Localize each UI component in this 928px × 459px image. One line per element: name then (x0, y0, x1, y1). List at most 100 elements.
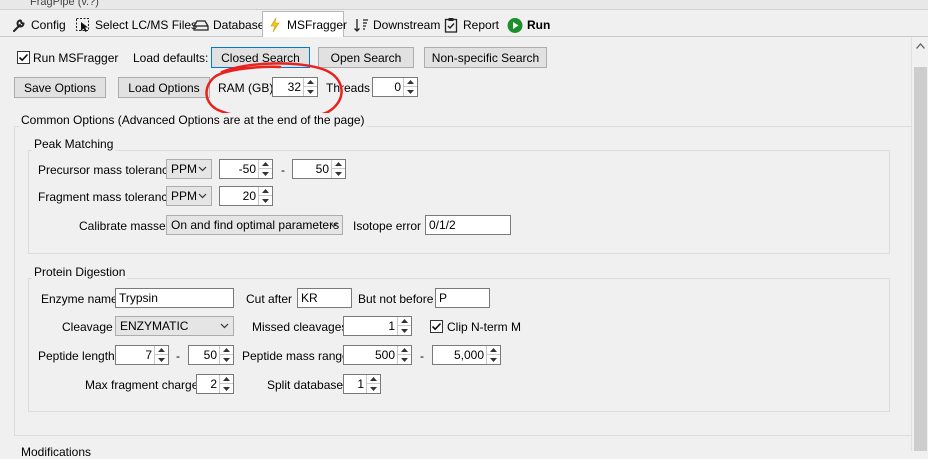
spinner-down-icon[interactable] (259, 169, 272, 178)
clipboard-icon (443, 17, 459, 33)
chevron-down-icon (198, 193, 207, 199)
threads-spinner[interactable]: 0 (372, 77, 418, 97)
scroll-up-arrow-icon[interactable] (916, 43, 925, 49)
peak-matching-title: Peak Matching (32, 137, 116, 151)
load-defaults-label: Load defaults: (133, 51, 209, 65)
wrench-icon (11, 17, 27, 33)
spinner-down-icon[interactable] (220, 355, 233, 364)
tab-report[interactable]: Report (438, 13, 504, 37)
spinner-down-icon[interactable] (487, 355, 500, 364)
tab-run-label: Run (527, 18, 551, 32)
range-dash: - (420, 349, 424, 363)
checkmark-icon (431, 322, 442, 331)
peptide-length-min-spinner[interactable]: 7 (115, 345, 169, 365)
clip-nterm-checkbox[interactable] (430, 320, 443, 333)
lightning-icon (267, 17, 283, 33)
spinner-up-icon[interactable] (259, 160, 272, 169)
scrollbar-thumb[interactable] (914, 67, 927, 451)
chevron-down-icon (329, 222, 338, 228)
tab-run[interactable]: Run (502, 13, 555, 37)
spinner-down-icon[interactable] (155, 355, 168, 364)
but-not-before-label: But not before (358, 292, 434, 306)
precursor-unit-select[interactable]: PPM (166, 159, 212, 179)
spinner-up-icon[interactable] (367, 375, 380, 384)
peptide-mass-range-label: Peptide mass range (242, 349, 349, 363)
spinner-up-icon[interactable] (155, 346, 168, 355)
spinner-down-icon[interactable] (398, 355, 411, 364)
chevron-down-icon (198, 166, 207, 172)
range-dash: - (176, 349, 180, 363)
peptide-length-max-spinner[interactable]: 50 (188, 345, 234, 365)
spinner-down-icon[interactable] (259, 196, 272, 205)
tab-config[interactable]: Config (6, 13, 71, 37)
tab-msfragger[interactable]: MSFragger (262, 11, 348, 38)
spinner-up-icon[interactable] (487, 346, 500, 355)
spinner-up-icon[interactable] (259, 187, 272, 196)
calibrate-masses-label: Calibrate masses (79, 219, 172, 233)
spinner-up-icon[interactable] (398, 317, 411, 326)
spinner-up-icon[interactable] (220, 375, 233, 384)
isotope-error-label: Isotope error (353, 219, 422, 233)
range-dash: - (281, 163, 285, 177)
precursor-high-spinner[interactable]: 50 (292, 159, 346, 179)
precursor-low-spinner[interactable]: -50 (219, 159, 273, 179)
common-options-title: Common Options (Advanced Options are at … (19, 113, 367, 127)
split-database-label: Split database (267, 378, 344, 392)
save-options-button[interactable]: Save Options (14, 77, 106, 98)
nonspecific-search-button[interactable]: Non-specific Search (424, 47, 547, 68)
tab-select-files[interactable]: Select LC/MS Files (70, 13, 202, 37)
fragment-unit-select[interactable]: PPM (166, 186, 212, 206)
tab-downstream-label: Downstream (373, 18, 441, 32)
mass-range-min-spinner[interactable]: 500 (343, 345, 412, 365)
tab-database-label: Database (213, 18, 265, 32)
database-icon (193, 17, 209, 33)
tab-report-label: Report (463, 18, 500, 32)
window-titlebar: FragPipe (v.?) (0, 0, 928, 10)
precursor-tolerance-label: Precursor mass tolerance (38, 163, 175, 177)
missed-cleavages-spinner[interactable]: 1 (343, 316, 412, 336)
but-not-before-input[interactable]: P (435, 288, 490, 308)
play-icon (507, 17, 523, 33)
run-msfragger-checkbox[interactable] (17, 51, 30, 64)
checkmark-icon (18, 53, 29, 62)
spinner-down-icon[interactable] (332, 169, 345, 178)
spinner-up-icon[interactable] (220, 346, 233, 355)
cut-after-input[interactable]: KR (297, 288, 352, 308)
tab-database[interactable]: Database (188, 13, 269, 37)
spinner-down-icon[interactable] (367, 384, 380, 393)
spinner-down-icon[interactable] (220, 384, 233, 393)
clip-nterm-label: Clip N-term M (447, 320, 521, 334)
tab-msfragger-label: MSFragger (287, 17, 348, 32)
chevron-down-icon (220, 323, 229, 329)
mass-range-max-spinner[interactable]: 5,000 (432, 345, 501, 365)
spinner-down-icon[interactable] (404, 87, 417, 96)
max-fragment-charge-label: Max fragment charge (85, 378, 199, 392)
protein-digestion-title: Protein Digestion (32, 265, 128, 279)
threads-value: 0 (394, 80, 401, 94)
fragment-tolerance-spinner[interactable]: 20 (219, 186, 273, 206)
calibrate-masses-select[interactable]: On and find optimal parameters (166, 215, 343, 235)
modifications-title: Modifications (19, 445, 94, 459)
spinner-down-icon[interactable] (398, 326, 411, 335)
load-options-button[interactable]: Load Options (118, 77, 210, 98)
spinner-up-icon[interactable] (332, 160, 345, 169)
enzyme-name-label: Enzyme name (41, 292, 118, 306)
cleavage-label: Cleavage (62, 320, 113, 334)
spinner-up-icon[interactable] (404, 78, 417, 87)
tab-select-files-label: Select LC/MS Files (95, 18, 198, 32)
peptide-length-label: Peptide length (38, 349, 115, 363)
cleavage-select[interactable]: ENZYMATIC (115, 316, 234, 336)
split-database-spinner[interactable]: 1 (343, 374, 381, 394)
missed-cleavages-label: Missed cleavages (252, 320, 348, 334)
spinner-up-icon[interactable] (398, 346, 411, 355)
select-cursor-icon (75, 17, 91, 33)
vertical-scrollbar[interactable] (911, 37, 928, 451)
isotope-error-input[interactable]: 0/1/2 (425, 215, 511, 235)
tab-config-label: Config (31, 18, 66, 32)
fragment-tolerance-label: Fragment mass tolerance (38, 190, 175, 204)
window-title: FragPipe (v.?) (30, 0, 99, 8)
tab-downstream[interactable]: Downstream (348, 13, 445, 37)
max-fragment-charge-spinner[interactable]: 2 (196, 374, 234, 394)
sort-arrows-icon (353, 17, 369, 33)
enzyme-name-input[interactable]: Trypsin (115, 288, 234, 308)
